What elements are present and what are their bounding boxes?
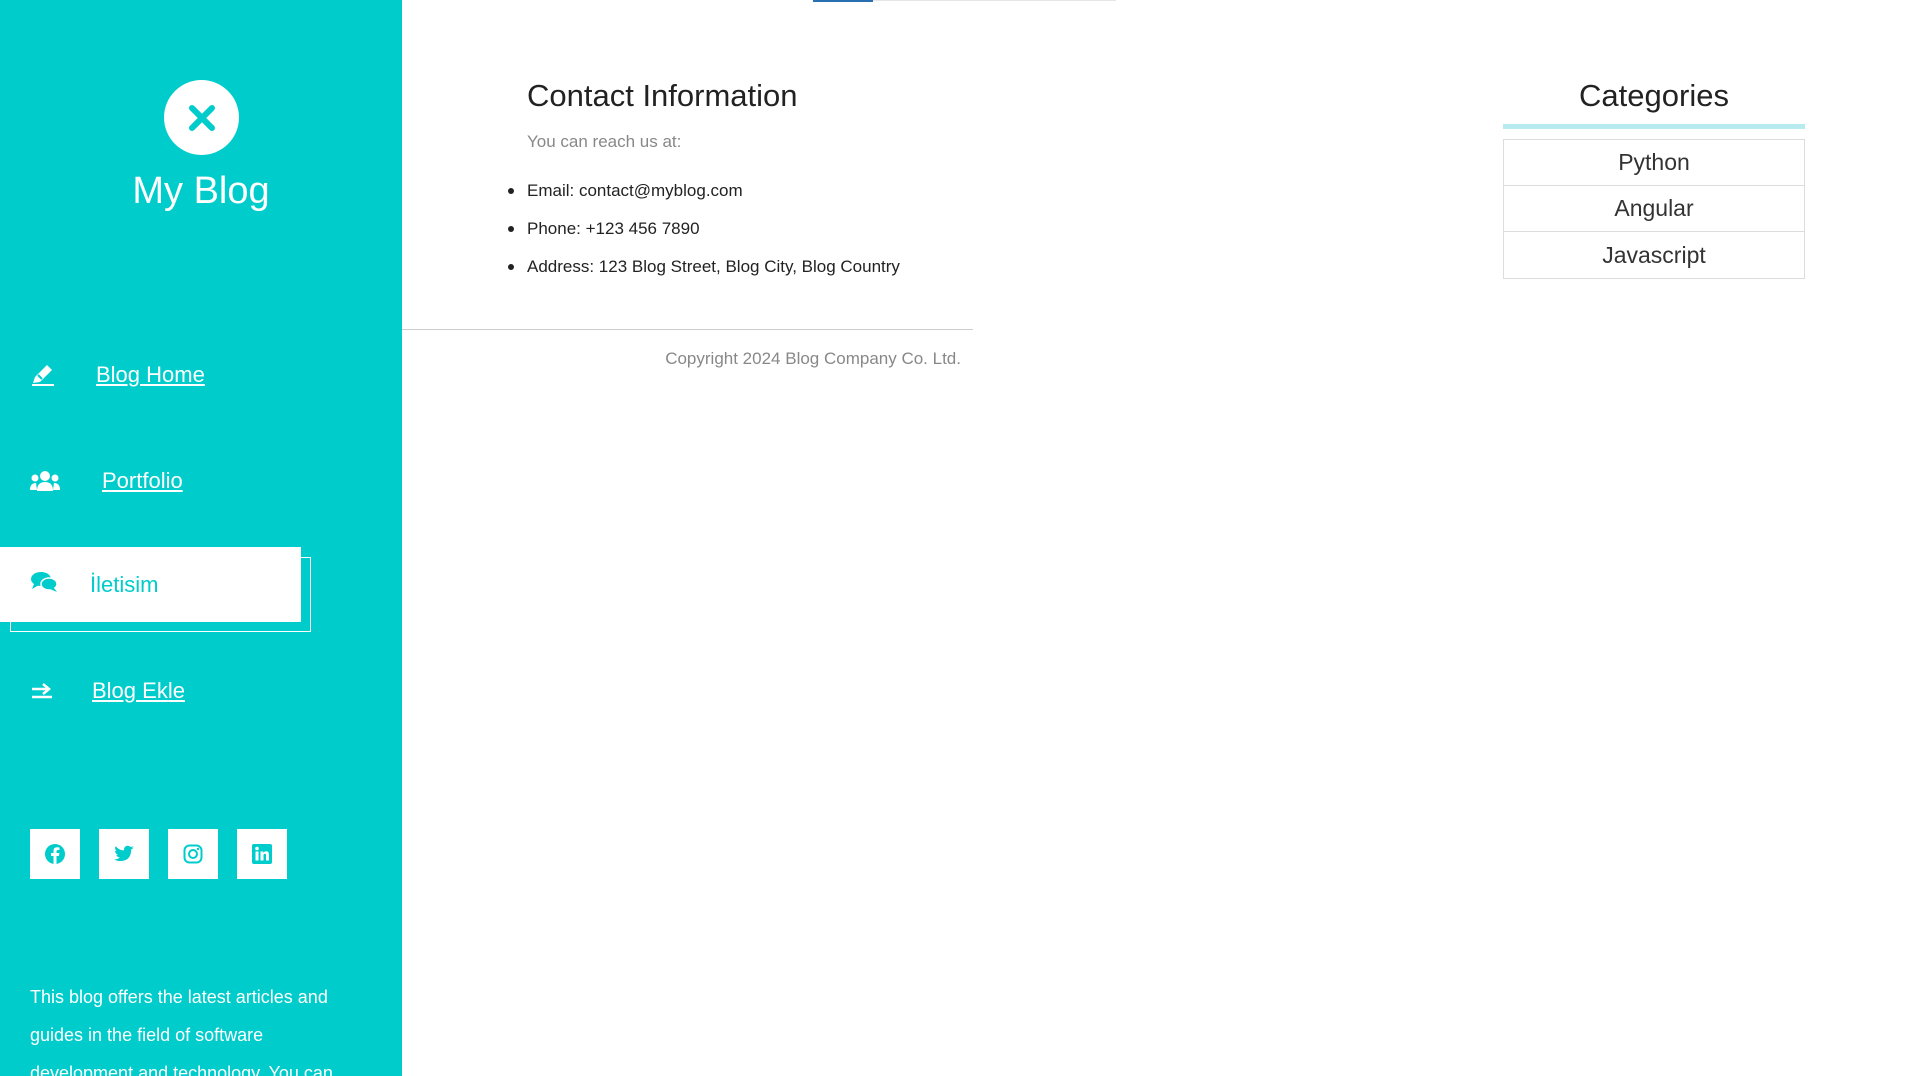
comments-icon — [30, 571, 58, 599]
nav-item-blog-ekle[interactable]: Blog Ekle — [30, 654, 185, 728]
instagram-link[interactable] — [168, 829, 218, 879]
nav-item-blog-home[interactable]: Blog Home — [30, 338, 205, 412]
categories-title: Categories — [1503, 78, 1805, 129]
nav-label-iletisim[interactable]: İletisim — [90, 572, 158, 598]
social-links — [30, 829, 287, 879]
contact-address: Address: 123 Blog Street, Blog City, Blo… — [508, 256, 977, 294]
arrow-right-icon — [30, 678, 64, 704]
contact-title: Contact Information — [527, 78, 798, 113]
contact-subtitle: You can reach us at: — [527, 132, 682, 151]
nav-label-blog-home[interactable]: Blog Home — [96, 362, 205, 388]
twitter-icon — [114, 845, 134, 862]
facebook-icon — [45, 844, 65, 864]
contact-list: Email: contact@myblog.com Phone: +123 45… — [508, 180, 977, 294]
category-item-javascript[interactable]: Javascript — [1504, 232, 1804, 278]
facebook-link[interactable] — [30, 829, 80, 879]
instagram-icon — [183, 844, 203, 864]
close-sidebar-button[interactable] — [164, 80, 239, 155]
nav-item-portfolio[interactable]: Portfolio — [30, 444, 183, 518]
copyright-text: Copyright 2024 Blog Company Co. Ltd. — [665, 349, 961, 368]
linkedin-icon — [252, 844, 272, 864]
category-item-angular[interactable]: Angular — [1504, 186, 1804, 232]
category-item-python[interactable]: Python — [1504, 140, 1804, 186]
users-icon — [30, 468, 64, 494]
twitter-link[interactable] — [99, 829, 149, 879]
nav-label-blog-ekle[interactable]: Blog Ekle — [92, 678, 185, 704]
contact-section: Contact Information You can reach us at:… — [508, 78, 977, 294]
contact-phone: Phone: +123 456 7890 — [508, 218, 977, 256]
close-x-icon — [188, 104, 215, 131]
pen-icon — [30, 362, 64, 388]
nav-label-portfolio[interactable]: Portfolio — [102, 468, 183, 494]
categories-panel: Categories Python Angular Javascript — [1503, 78, 1805, 279]
brand-title[interactable]: My Blog — [0, 170, 402, 213]
categories-list: Python Angular Javascript — [1503, 139, 1805, 279]
nav-item-iletisim[interactable]: İletisim — [0, 547, 301, 622]
linkedin-link[interactable] — [237, 829, 287, 879]
footer-divider — [402, 329, 973, 330]
about-text: This blog offers the latest articles and… — [30, 987, 333, 1076]
contact-email: Email: contact@myblog.com — [508, 180, 977, 218]
top-divider-accent — [813, 0, 873, 2]
sidebar: My Blog Blog Home Portfolio İletisim Blo… — [0, 0, 402, 1076]
